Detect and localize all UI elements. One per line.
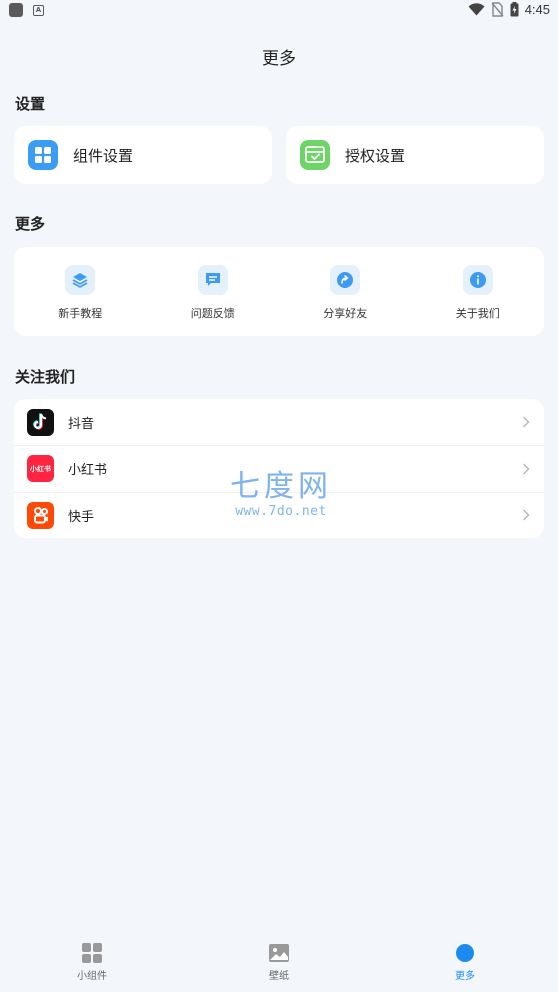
nav-wallpaper-label: 壁纸 [269, 971, 289, 982]
nav-widgets[interactable]: 小组件 [62, 942, 122, 982]
share-label: 分享好友 [323, 307, 368, 320]
douyin-label: 抖音 [68, 416, 95, 432]
battery-charging-icon [510, 2, 519, 17]
wifi-icon [468, 3, 485, 16]
widget-grid-icon [28, 140, 58, 170]
status-time: 4:45 [524, 2, 550, 17]
nav-more[interactable]: 更多 [435, 942, 495, 982]
follow-section-title: 关注我们 [15, 368, 76, 386]
chat-icon [197, 265, 228, 295]
kuaishou-label: 快手 [68, 509, 95, 525]
xiaohongshu-logo-text: 小红书 [30, 464, 51, 473]
widget-settings-card[interactable]: 组件设置 [14, 126, 272, 184]
feedback-label: 问题反馈 [190, 307, 235, 320]
more-grid: 新手教程 问题反馈 分享好友 关于我们 [14, 247, 544, 336]
a-badge-icon: A [33, 4, 44, 16]
image-icon [269, 944, 289, 962]
more-section-title: 更多 [15, 215, 46, 233]
authorize-settings-card[interactable]: 授权设置 [286, 126, 544, 184]
xiaohongshu-icon: 小红书 [27, 455, 54, 483]
authorize-settings-label: 授权设置 [345, 146, 406, 165]
settings-section-title: 设置 [15, 95, 46, 113]
chevron-right-icon [523, 463, 530, 475]
share-arrow-icon [330, 265, 361, 295]
kuaishou-icon [27, 501, 54, 529]
nav-widgets-label: 小组件 [77, 971, 107, 982]
nav-more-label: 更多 [455, 971, 475, 982]
watermark: 七度网 www.7do.net [226, 469, 336, 520]
tutorial-label: 新手教程 [58, 307, 103, 320]
xiaohongshu-label: 小红书 [68, 463, 108, 479]
no-sim-icon [491, 2, 504, 17]
more-dot-icon [456, 944, 474, 962]
tutorial-item[interactable]: 新手教程 [14, 247, 147, 336]
page-title: 更多 [262, 49, 296, 69]
chevron-right-icon [523, 416, 530, 428]
watermark-main: 七度网 [230, 469, 332, 504]
authorize-check-icon [300, 140, 330, 170]
app-square-icon [9, 3, 23, 17]
about-item[interactable]: 关于我们 [412, 247, 545, 336]
status-bar: A 4:45 [0, 0, 558, 24]
chevron-right-icon [523, 509, 530, 521]
share-item[interactable]: 分享好友 [279, 247, 412, 336]
info-icon [462, 265, 493, 295]
about-label: 关于我们 [455, 307, 500, 320]
follow-douyin-row[interactable]: 抖音 [14, 399, 544, 445]
bottom-nav: 小组件 壁纸 更多 [0, 942, 558, 992]
nav-wallpaper[interactable]: 壁纸 [249, 942, 309, 982]
watermark-url: www.7do.net [235, 504, 327, 519]
douyin-icon [27, 408, 54, 436]
feedback-item[interactable]: 问题反馈 [147, 247, 280, 336]
widgets-icon [82, 943, 102, 963]
widget-settings-label: 组件设置 [73, 146, 134, 165]
layers-icon [65, 265, 96, 295]
